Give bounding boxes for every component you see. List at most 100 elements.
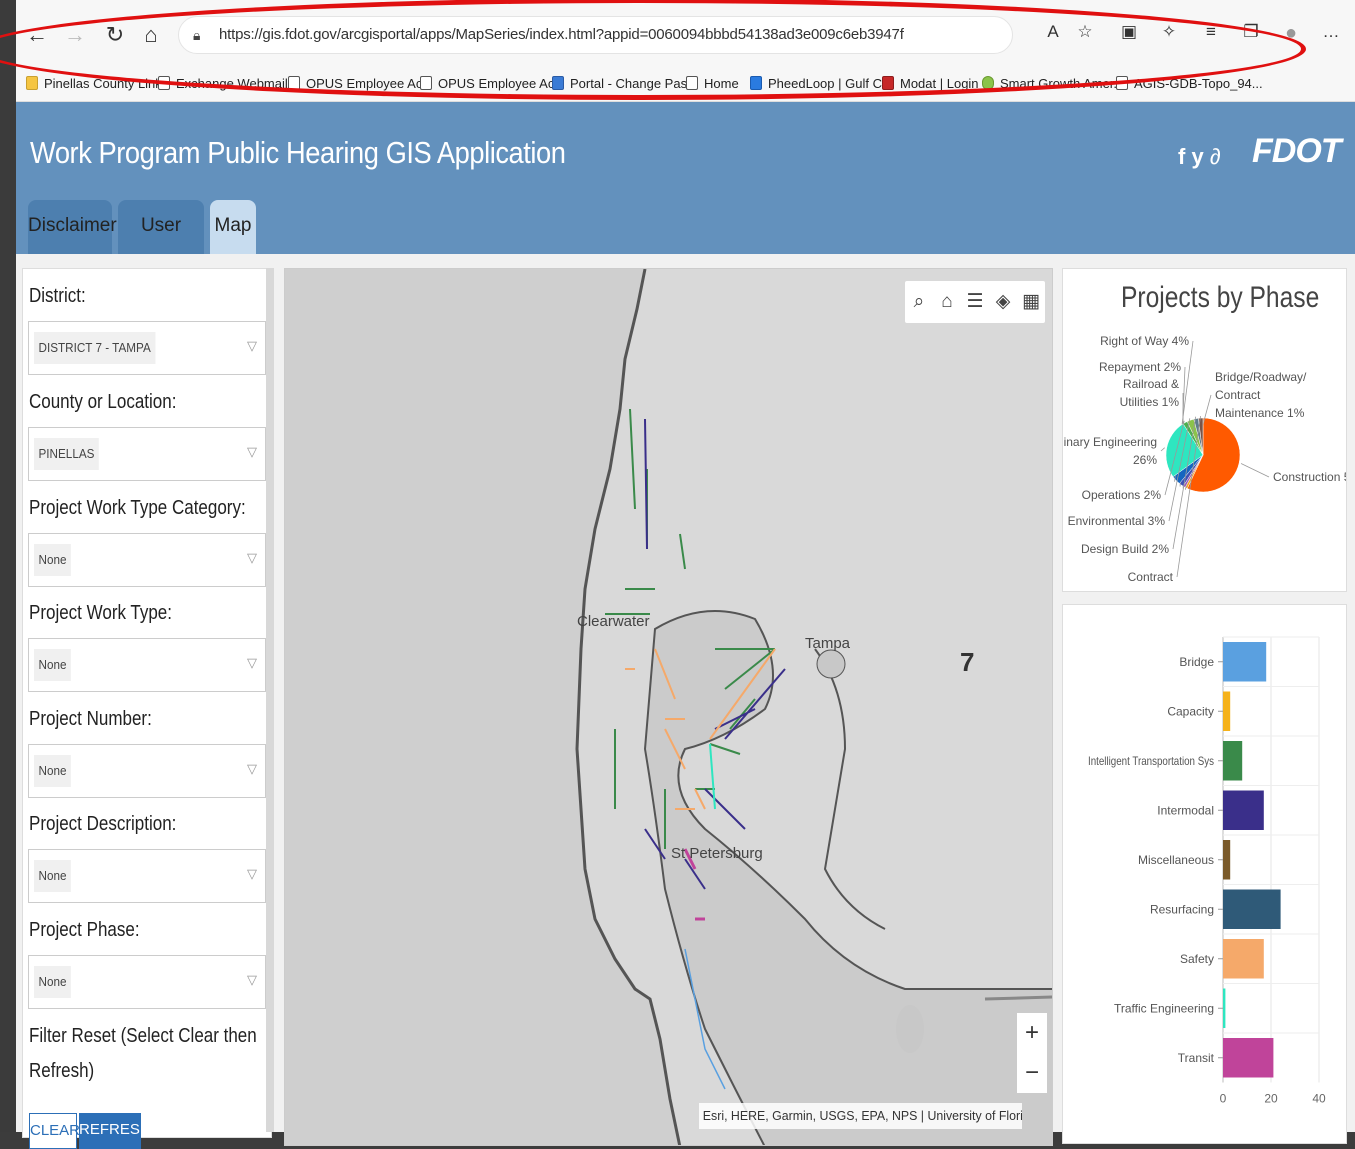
bar-category-label: Intermodal: [1157, 803, 1214, 817]
home-icon[interactable]: ⌂: [138, 20, 164, 50]
modat-icon: [882, 76, 894, 90]
clear-button[interactable]: CLEAR: [29, 1113, 77, 1149]
bar[interactable]: [1223, 1038, 1273, 1078]
work-type-bar-panel: 02040BridgeCapacityIntelligent Transport…: [1062, 604, 1347, 1144]
map-label-tampa: Tampa: [805, 635, 850, 652]
chevron-down-icon: ▽: [247, 866, 257, 882]
bar-category-label: Resurfacing: [1150, 902, 1214, 916]
bar[interactable]: [1223, 741, 1242, 781]
bar[interactable]: [1223, 791, 1264, 831]
bar-category-label: Intelligent Transportation Sys: [1088, 754, 1214, 768]
map-label-clearwater: Clearwater: [577, 613, 650, 630]
refresh-button[interactable]: REFRESH: [79, 1113, 141, 1149]
basemap-gallery-icon[interactable]: ▦: [1017, 281, 1045, 323]
profile-avatar-icon[interactable]: ●: [1280, 22, 1302, 48]
bookmarks-bar: Pinellas County Links Exchange Webmail..…: [16, 68, 1355, 102]
project-phase-select[interactable]: None ▽: [28, 955, 266, 1009]
main-content: District: DISTRICT 7 - TAMPA ▽ County or…: [16, 254, 1355, 1132]
pie-leader-line: [1161, 448, 1165, 451]
project-phase-label: Project Phase:: [29, 919, 140, 942]
bar[interactable]: [1223, 989, 1225, 1029]
lake-shape: [896, 1005, 924, 1053]
home-icon[interactable]: ⌂: [933, 281, 961, 323]
bookmark-item[interactable]: Portal - Change Pas...: [552, 76, 698, 91]
project-phase-value: None: [34, 966, 71, 998]
page-icon: [686, 76, 698, 90]
pie-leader-line: [1241, 464, 1269, 477]
layers-icon[interactable]: ◈: [989, 281, 1017, 323]
bar-category-label: Transit: [1178, 1051, 1215, 1065]
pie-slice-label: Operations 2%: [1082, 488, 1162, 502]
bookmark-item[interactable]: AGIS-GDB-Topo_94...: [1116, 76, 1263, 91]
extension-icon[interactable]: ▣: [1118, 22, 1140, 48]
bookmark-item[interactable]: PheedLoop | Gulf C...: [750, 76, 893, 91]
legend-icon[interactable]: ☰: [961, 281, 989, 323]
favorites-list-icon[interactable]: ≡: [1200, 22, 1222, 48]
link-icon[interactable]: ∂: [1210, 144, 1221, 169]
worktype-select[interactable]: None ▽: [28, 638, 266, 692]
filter-reset-label-line2: Refresh): [29, 1060, 94, 1083]
bookmark-item[interactable]: Exchange Webmail...: [158, 76, 299, 91]
bookmark-item[interactable]: Smart Growth Amer...: [982, 76, 1124, 91]
pie-slice-label: Preliminary Engineering: [1063, 435, 1157, 449]
projects-by-phase-panel: Projects by Phase Construction 57%Bridge…: [1062, 268, 1347, 592]
tab-map[interactable]: Map: [210, 200, 256, 254]
puzzle-icon[interactable]: ✧: [1158, 22, 1180, 48]
bar-category-label: Miscellaneous: [1138, 853, 1214, 867]
bar[interactable]: [1223, 890, 1281, 930]
district-select[interactable]: DISTRICT 7 - TAMPA ▽: [28, 321, 266, 375]
project-number-select[interactable]: None ▽: [28, 744, 266, 798]
more-menu-icon[interactable]: …: [1320, 22, 1342, 48]
filter-panel: District: DISTRICT 7 - TAMPA ▽ County or…: [22, 268, 272, 1138]
county-select[interactable]: PINELLAS ▽: [28, 427, 266, 481]
bar[interactable]: [1223, 840, 1230, 880]
facebook-icon[interactable]: f: [1178, 144, 1185, 169]
bar[interactable]: [1223, 692, 1230, 732]
bookmark-item[interactable]: OPUS Employee Ac...: [288, 76, 433, 91]
map-view[interactable]: Clearwater Tampa St Petersburg 7 ⌕⌂☰◈▦ +…: [284, 268, 1053, 1146]
map-toolbar: ⌕⌂☰◈▦: [905, 281, 1045, 323]
district-label: District:: [29, 285, 86, 308]
project-number-label: Project Number:: [29, 708, 152, 731]
bar-chart: 02040BridgeCapacityIntelligent Transport…: [1063, 605, 1346, 1143]
worktype-category-select[interactable]: None ▽: [28, 533, 266, 587]
reload-icon[interactable]: ↻: [102, 20, 128, 50]
worktype-category-value: None: [34, 544, 71, 576]
project-description-select[interactable]: None ▽: [28, 849, 266, 903]
url-field[interactable]: 🔒︎ https://gis.fdot.gov/arcgisportal/app…: [178, 16, 1013, 54]
worktype-value: None: [34, 649, 71, 681]
favorite-star-icon[interactable]: ☆: [1074, 22, 1096, 48]
page-title: Work Program Public Hearing GIS Applicat…: [30, 135, 566, 171]
filter-panel-scrollbar[interactable]: [266, 268, 274, 1132]
collections-icon[interactable]: ❐: [1240, 22, 1262, 48]
bar[interactable]: [1223, 939, 1264, 979]
forward-arrow-icon[interactable]: →: [62, 20, 88, 50]
bar-x-tick-label: 40: [1312, 1092, 1326, 1106]
page-icon: [420, 76, 432, 90]
tab-user-guide[interactable]: User Guide: [118, 200, 204, 254]
zoom-in-button[interactable]: +: [1017, 1013, 1047, 1053]
folder-icon: [26, 76, 38, 90]
zoom-out-button[interactable]: −: [1017, 1053, 1047, 1093]
page-icon: [158, 76, 170, 90]
bookmark-item[interactable]: OPUS Employee Ac...: [420, 76, 565, 91]
chevron-down-icon: ▽: [247, 444, 257, 460]
chevron-down-icon: ▽: [247, 655, 257, 671]
back-arrow-icon[interactable]: ←: [24, 20, 50, 50]
fdot-logo: FDOT: [1252, 132, 1341, 171]
bookmark-item[interactable]: Modat | Login: [882, 76, 979, 91]
search-icon[interactable]: ⌕: [905, 281, 933, 323]
browser-window: ← → ↻ ⌂ 🔒︎ https://gis.fdot.gov/arcgispo…: [16, 0, 1355, 1132]
chevron-down-icon: ▽: [247, 761, 257, 777]
bar[interactable]: [1223, 642, 1266, 682]
bookmark-item[interactable]: Pinellas County Links: [26, 76, 168, 91]
url-text: https://gis.fdot.gov/arcgisportal/apps/M…: [219, 26, 904, 43]
bar-x-tick-label: 0: [1220, 1092, 1227, 1106]
county-label: County or Location:: [29, 391, 176, 414]
tab-disclaimer[interactable]: Disclaimer: [28, 200, 112, 254]
pie-slice-label: Railroad &: [1123, 377, 1179, 391]
bookmark-item[interactable]: Home: [686, 76, 739, 91]
read-aloud-icon[interactable]: A: [1042, 22, 1064, 48]
twitter-icon[interactable]: y: [1191, 144, 1203, 169]
pie-slice-label: Design Build 2%: [1081, 542, 1169, 556]
